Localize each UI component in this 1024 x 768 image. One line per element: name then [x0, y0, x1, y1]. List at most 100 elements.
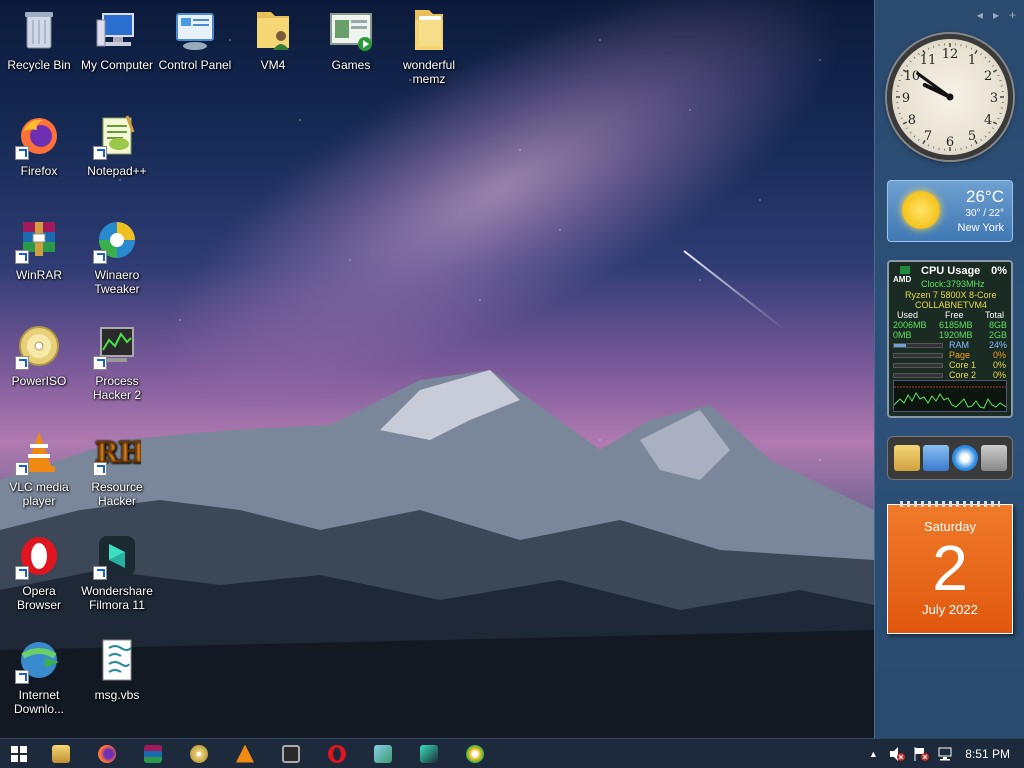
desktop-icon-label: Internet Downlo... [13, 688, 65, 716]
clock-tick [933, 146, 935, 149]
desktop-icon-label: Notepad++ [87, 164, 147, 178]
clock-tick [991, 127, 994, 129]
clock-tick [970, 47, 973, 50]
desktop-icon-msg-vbs[interactable]: msg.vbs [78, 636, 156, 702]
network-icon[interactable] [933, 739, 957, 768]
mem-total: 8GB [989, 320, 1008, 330]
desktop-icon-firefox[interactable]: Firefox [0, 112, 78, 178]
user-folder-icon [257, 12, 289, 50]
taskbar-winaero[interactable] [452, 739, 498, 768]
shortcut-arrow-icon [15, 462, 29, 476]
desktop-icon-vlc[interactable]: VLC media player [0, 428, 78, 508]
shortcut-arrow-icon [15, 146, 29, 160]
clock-numeral: 1 [968, 53, 976, 68]
weather-high-low: 30° / 22° [965, 208, 1004, 219]
desktop-icon-games[interactable]: Games [312, 6, 390, 72]
shortcut-arrow-icon [15, 670, 29, 684]
desktop-icon-control-panel[interactable]: Control Panel [156, 6, 234, 72]
desktop-icon-vm4[interactable]: VM4 [234, 6, 312, 72]
desktop-icon-resource-hacker[interactable]: RH Resource Hacker [78, 428, 156, 509]
shortcut-arrow-icon [93, 462, 107, 476]
desktop-icon-label: Control Panel [158, 58, 232, 72]
taskbar-process-hacker[interactable] [268, 739, 314, 768]
ram-value: 24% [989, 340, 1008, 350]
taskbar-poweriso[interactable] [176, 739, 222, 768]
file-explorer-icon[interactable] [893, 445, 920, 471]
internet-explorer-icon[interactable] [951, 445, 978, 471]
cpu-history-graph [893, 380, 1007, 412]
taskbar-winrar[interactable] [130, 739, 176, 768]
clock-tick [992, 121, 998, 125]
desktop-icon-winrar[interactable]: WinRAR [0, 216, 78, 282]
taskbar-resource-hacker[interactable] [360, 739, 406, 768]
desktop-icon-label: wonderful memz [402, 58, 456, 86]
start-button[interactable] [0, 739, 38, 768]
clock-numeral: 12 [942, 47, 959, 62]
desktop-icon-winaero-tweaker[interactable]: Winaero Tweaker [78, 216, 156, 296]
taskbar-file-explorer[interactable] [38, 739, 84, 768]
desktop-icon-internet-download-manager[interactable]: Internet Downlo... [0, 636, 78, 716]
desktop-icon-notepadpp[interactable]: Notepad++ [78, 112, 156, 178]
shortcut-arrow-icon [93, 250, 107, 264]
clock-tick [999, 112, 1002, 114]
show-hidden-icons-button[interactable]: ▲ [861, 739, 885, 768]
sidebar-prev-button[interactable]: ◂ [977, 8, 983, 22]
calendar-date: 2 [932, 532, 968, 604]
weather-temperature: 26°C [966, 187, 1004, 206]
desktop-icon-label: Recycle Bin [7, 58, 71, 72]
action-center-flag-icon[interactable] [909, 739, 933, 768]
winaero-icon [466, 744, 484, 763]
shortcut-arrow-icon [93, 146, 107, 160]
ram-label: RAM [949, 340, 969, 350]
core2-value: 0% [993, 370, 1007, 380]
desktop-icon-recycle-bin[interactable]: Recycle Bin [0, 6, 78, 72]
mem-free: 6185MB [939, 320, 973, 330]
cpu-model: Ryzen 7 5800X 8-Core [905, 290, 997, 300]
clock-gadget[interactable]: 12 1 2 3 4 5 6 7 8 9 10 11 [887, 34, 1013, 160]
clock-numeral: 3 [990, 91, 998, 106]
desktop-icon-my-computer[interactable]: My Computer [78, 6, 156, 72]
desktop-icon-process-hacker[interactable]: Process Hacker 2 [78, 322, 156, 402]
clock-tick [965, 45, 967, 48]
clock-numeral: 8 [908, 113, 916, 128]
desktop-icon-opera[interactable]: Opera Browser [0, 532, 78, 612]
sidebar-next-button[interactable]: ▸ [993, 8, 999, 22]
shortcut-arrow-icon [15, 356, 29, 370]
clock-tick [992, 69, 998, 73]
calendar-gadget[interactable]: Saturday 2 July 2022 [887, 501, 1013, 634]
control-panel-icon[interactable] [922, 445, 949, 471]
script-file-icon [102, 639, 132, 681]
cpu-usage-gadget[interactable]: AMD CPU Usage 0% Clock:3793MHz Ryzen 7 5… [887, 260, 1013, 418]
mem-header-total: Total [985, 310, 1005, 320]
taskbar-clock[interactable]: 8:51 PM [957, 747, 1024, 761]
page-value: 0% [993, 350, 1007, 360]
clock-numeral: 11 [920, 53, 937, 68]
ram-bar-fill [894, 344, 906, 347]
taskbar-filmora[interactable] [406, 739, 452, 768]
volume-muted-icon[interactable] [885, 739, 909, 768]
shortcut-arrow-icon [93, 356, 107, 370]
folder-icon [415, 10, 443, 50]
recycle-bin-icon[interactable] [980, 445, 1007, 471]
clock-tick [913, 56, 916, 59]
opera-icon [328, 744, 346, 763]
desktop-icon-label: VM4 [260, 58, 286, 72]
cpu-percent: 0% [991, 265, 1007, 277]
taskbar-vlc[interactable] [222, 739, 268, 768]
desktop-icon-label: VLC media player [9, 480, 69, 508]
recycle-bin-icon [25, 12, 53, 49]
weather-gadget[interactable]: 26°C 30° / 22° New York [887, 180, 1013, 242]
ram-bar [893, 343, 943, 348]
clock-tick [898, 80, 901, 82]
vlc-icon [236, 744, 254, 763]
taskbar-firefox[interactable] [84, 739, 130, 768]
swap-free: 1920MB [939, 330, 973, 340]
taskbar-opera[interactable] [314, 739, 360, 768]
clock-numeral: 5 [968, 129, 976, 144]
desktop-icon-filmora[interactable]: Wondershare Filmora 11 [78, 532, 156, 612]
desktop-icon-wonderful-memz[interactable]: wonderful memz [390, 6, 468, 86]
sidebar-add-gadget-button[interactable]: + [1009, 8, 1016, 22]
desktop-icon-poweriso[interactable]: PowerISO [0, 322, 78, 388]
clock-tick [927, 47, 930, 50]
desktop-icon-label: WinRAR [15, 268, 62, 282]
